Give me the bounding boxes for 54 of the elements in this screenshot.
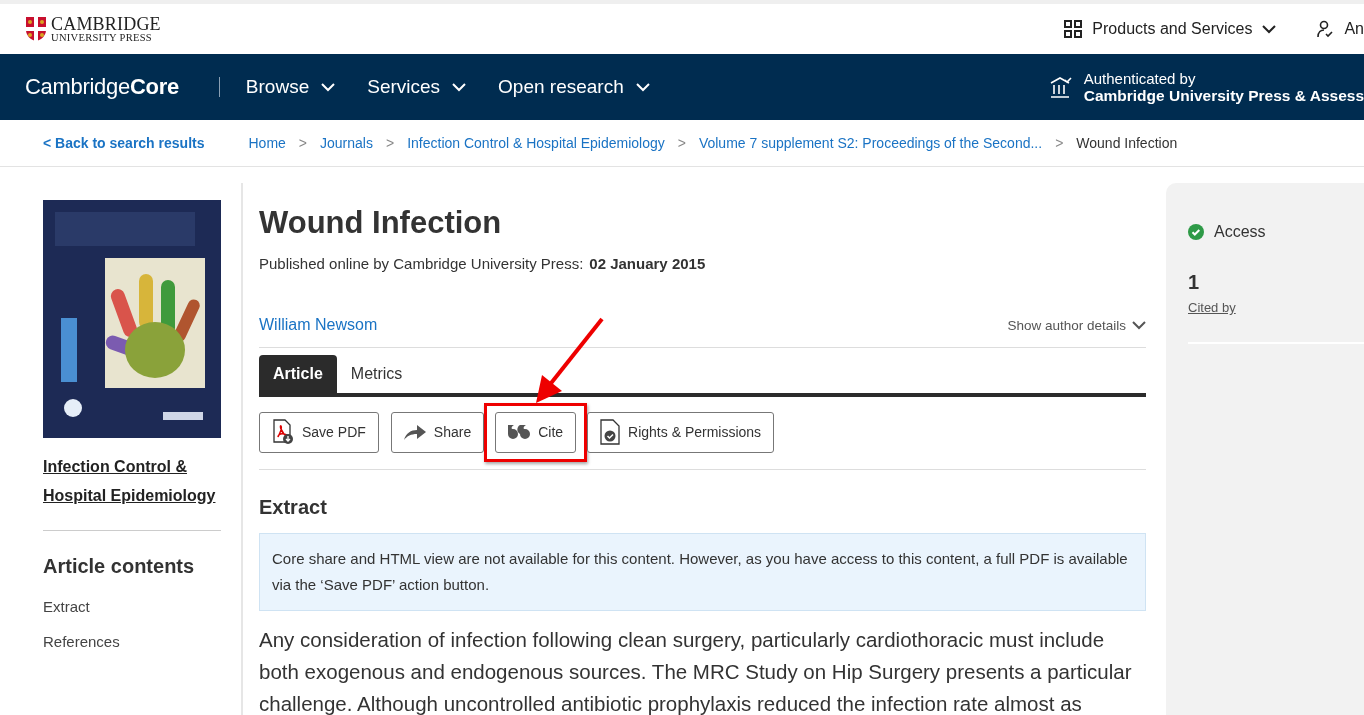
quote-icon — [508, 425, 531, 439]
chevron-down-icon — [1132, 320, 1146, 330]
article-tab[interactable]: Article — [259, 355, 337, 393]
breadcrumb-separator: > — [677, 135, 686, 151]
back-link[interactable]: < Back to search results — [43, 135, 205, 151]
nav-menu-item[interactable]: Browse — [245, 76, 336, 98]
journal-link[interactable]: Infection Control & Hospital Epidemiology — [43, 452, 221, 531]
breadcrumb-separator: > — [298, 135, 308, 151]
cited-by-link[interactable]: Cited by — [1188, 300, 1236, 315]
share-arrow-icon — [403, 424, 426, 440]
document-check-icon — [600, 419, 621, 445]
logo-subtitle: UNIVERSITY PRESS — [51, 32, 153, 44]
author-link[interactable]: William Newsom — [259, 316, 378, 334]
article-title: Wound Infection — [259, 205, 503, 241]
breadcrumb-separator: > — [385, 135, 395, 151]
check-circle-icon — [1188, 224, 1204, 240]
chevron-down-icon — [1262, 24, 1277, 34]
article-body-text: Any consideration of infection following clean surgery, particularly cardiothoracic must include both exogenous and endogenous sources. The MRC Study on Hip Surgery presents a particular challenge. Although uncontrolled antibiotic prophylaxis reduced the infection rate almost as — [259, 627, 1133, 715]
action-button[interactable]: Cite — [495, 411, 577, 453]
nav-menu-item[interactable]: Services — [367, 76, 467, 98]
contents-link[interactable]: Extract — [43, 598, 221, 615]
chevron-down-icon — [321, 82, 336, 92]
contents-heading: Article contents — [43, 555, 196, 578]
chevron-down-icon — [452, 82, 467, 92]
chevron-down-icon — [635, 82, 650, 92]
pdf-file-icon — [272, 419, 294, 445]
contents-link[interactable]: References — [43, 633, 221, 650]
action-button[interactable]: Rights & Permissions — [587, 411, 775, 453]
breadcrumb-link[interactable]: Infection Control & Hospital Epidemiology — [407, 135, 665, 151]
crest-icon — [25, 16, 47, 42]
breadcrumb-link[interactable]: Volume 7 supplement S2: Proceedings of the Second... — [698, 135, 1043, 151]
access-label: Access — [1214, 223, 1266, 241]
user-icon — [1316, 20, 1335, 38]
breadcrumb-link[interactable]: Home — [248, 135, 286, 151]
action-button[interactable]: Share — [390, 411, 485, 453]
header-menu-item[interactable]: Products and Services — [1064, 20, 1277, 38]
header-menu-item[interactable]: An — [1316, 20, 1364, 38]
nav-menu-item[interactable]: Open research — [498, 76, 650, 98]
section-heading: Extract — [259, 496, 328, 519]
institution-name: Cambridge University Press & Assess — [1083, 86, 1364, 105]
notice-banner: Core share and HTML view are not available for this content. However, as you have access to this content, a full PDF is available via the ‘Save PDF’ action button. — [259, 533, 1146, 611]
grid-icon — [1064, 20, 1083, 38]
institution-icon — [1049, 75, 1072, 99]
breadcrumb-current: Wound Infection — [1076, 135, 1178, 151]
brand-logo[interactable]: CambridgeCore — [25, 74, 179, 100]
citation-count: 1 — [1188, 271, 1201, 294]
publication-info: Published online by Cambridge University Press: 02 January 2015 — [259, 255, 707, 272]
breadcrumb-separator: > — [1055, 135, 1064, 151]
breadcrumb-link[interactable]: Journals — [320, 135, 373, 151]
auth-label: Authenticated by — [1083, 69, 1197, 87]
logo-wordmark: CAMBRIDGE — [51, 14, 161, 33]
author-details-toggle[interactable]: Show author details — [1007, 317, 1146, 333]
action-button[interactable]: Save PDF — [259, 411, 379, 453]
article-tab[interactable]: Metrics — [336, 355, 417, 393]
